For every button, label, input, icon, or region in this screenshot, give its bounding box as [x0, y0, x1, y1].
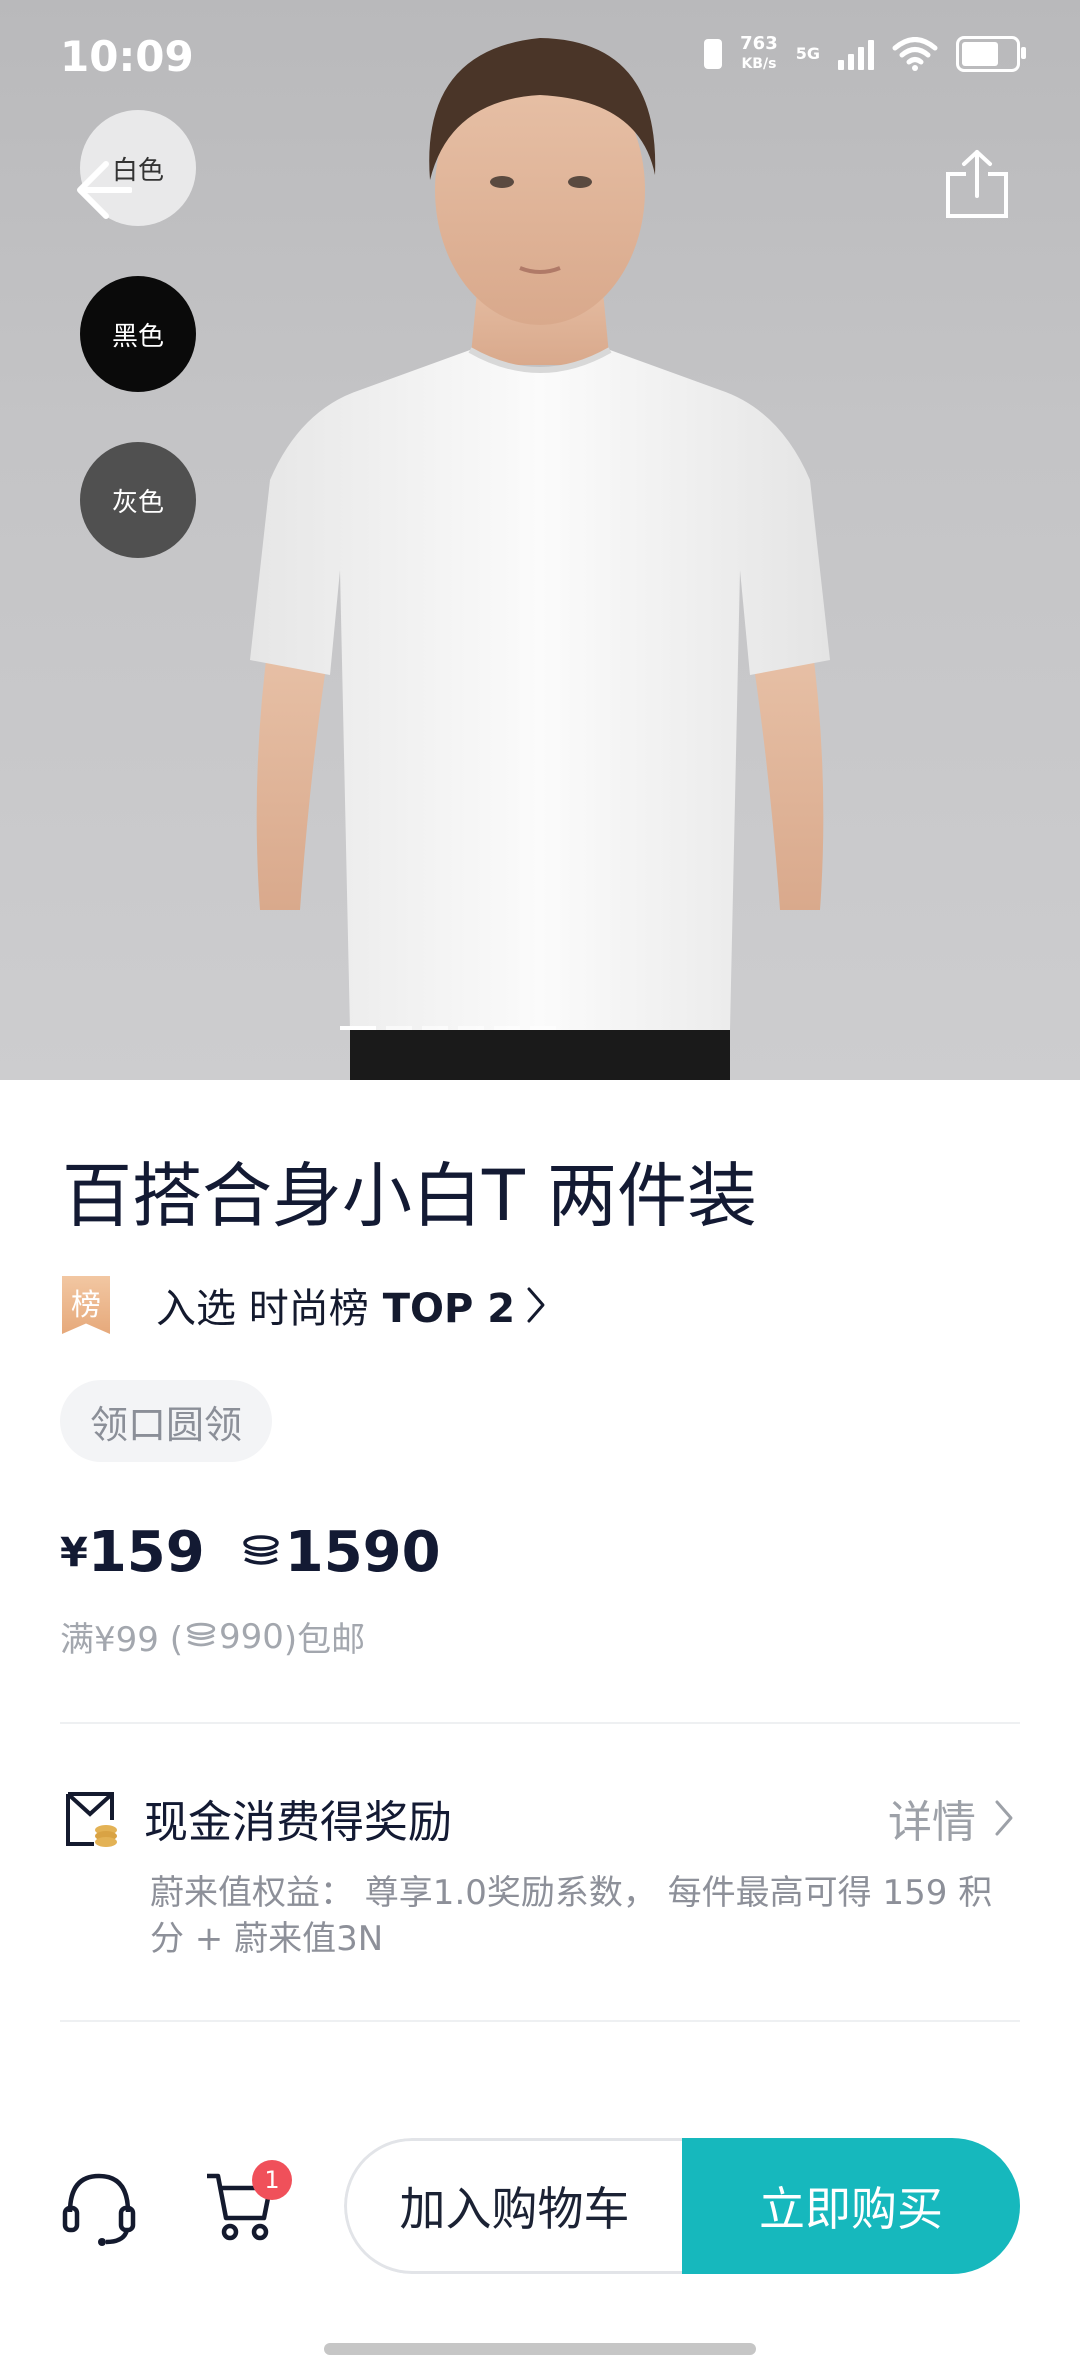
ranking-link[interactable]: 榜 入选 时尚榜 TOP 2	[62, 1276, 547, 1334]
price-row: ¥ 159 1590	[60, 1520, 441, 1585]
reward-section[interactable]: 现金消费得奖励 详情	[64, 1786, 1014, 1848]
divider	[60, 2020, 1020, 2022]
add-to-cart-button[interactable]: 加入购物车	[344, 2138, 682, 2274]
divider	[60, 1722, 1020, 1724]
wifi-icon	[892, 37, 938, 71]
rank-text: 入选 时尚榜	[156, 1286, 369, 1332]
rank-top: TOP 2	[382, 1286, 516, 1332]
purchase-buttons: 加入购物车 立即购买	[344, 2138, 1020, 2274]
shipping-info: 满¥99 ( 990)包邮	[60, 1616, 366, 1661]
back-arrow-icon[interactable]	[72, 158, 132, 222]
product-photo	[250, 38, 830, 1080]
reward-detail-link[interactable]: 详情	[888, 1786, 1014, 1850]
points-coin-icon	[243, 1534, 279, 1565]
chevron-right-icon	[527, 1287, 545, 1323]
reward-envelope-icon	[66, 1792, 117, 1847]
rank-badge-icon: 榜	[62, 1276, 110, 1334]
points-price: 1590	[284, 1520, 441, 1585]
color-option-black[interactable]: 黑色	[80, 276, 196, 392]
color-option-gray[interactable]: 灰色	[80, 442, 196, 558]
price-value: 159	[87, 1520, 205, 1585]
status-time: 10:09	[60, 32, 194, 81]
product-image-carousel[interactable]: 10:09 763 KB/s 5G 白色 黑色 灰色	[0, 0, 1080, 1080]
reward-description: 蔚来值权益： 尊享1.0奖励系数， 每件最高可得 159 积分 + 蔚来值3N	[150, 1873, 993, 1959]
signal-icon	[838, 38, 874, 70]
reward-title: 现金消费得奖励	[144, 1797, 452, 1848]
carousel-indicator	[340, 1026, 556, 1030]
network-speed: 763 KB/s	[740, 33, 778, 73]
customer-service-icon[interactable]	[62, 2170, 136, 2248]
status-bar: 10:09 763 KB/s 5G	[0, 0, 1080, 120]
buy-now-button[interactable]: 立即购买	[682, 2138, 1020, 2274]
notification-icon	[704, 39, 723, 69]
home-indicator[interactable]	[324, 2343, 756, 2355]
points-coin-icon-small	[186, 1622, 216, 1646]
attribute-tag: 领口圆领	[60, 1380, 273, 1462]
battery-icon	[956, 36, 1026, 72]
cart-count-badge: 1	[252, 2160, 292, 2200]
product-title: 百搭合身小白T 两件装	[62, 1155, 758, 1237]
network-type: 5G	[795, 44, 820, 63]
share-icon[interactable]	[944, 148, 1010, 220]
price-currency: ¥	[60, 1529, 88, 1576]
chevron-right-icon	[995, 1800, 1013, 1836]
